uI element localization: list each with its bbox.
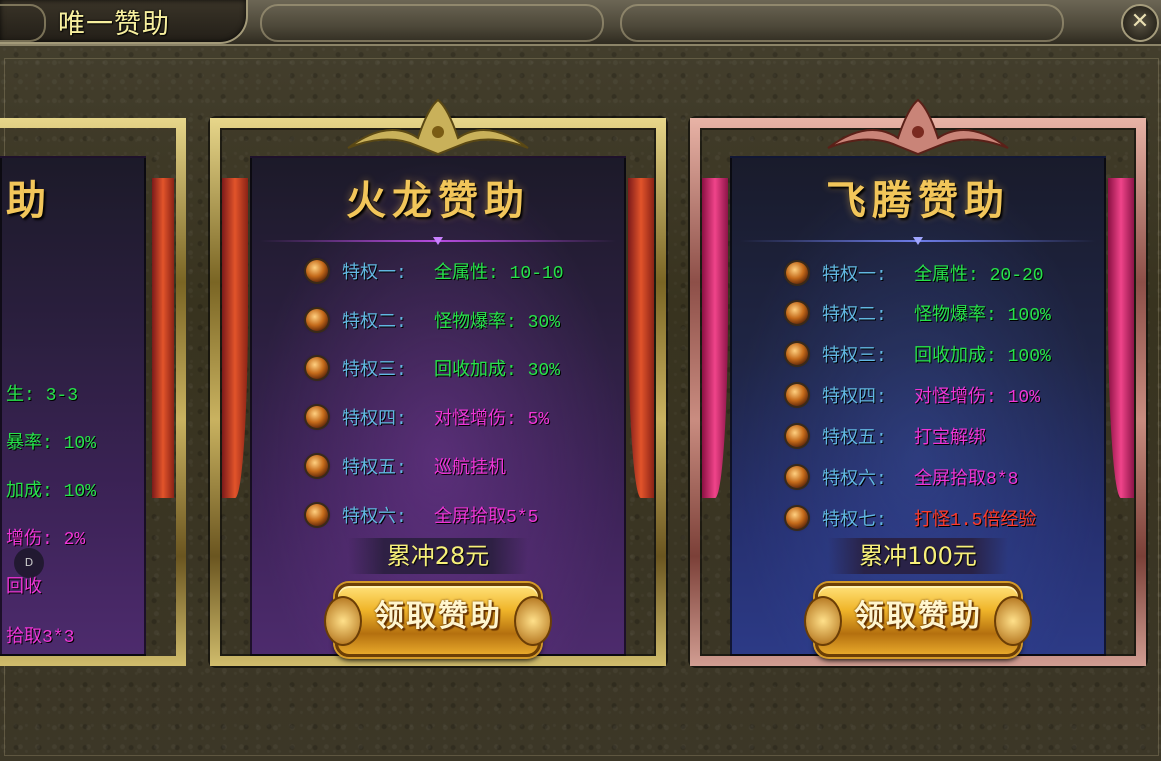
window-title: 唯一赞助 xyxy=(58,9,170,40)
sponsor-card-feiteng: 飞腾赞助 特权一: 全属性: 20-20 特权二: 怪物爆率: 100% 特权三… xyxy=(690,98,1146,666)
orb-icon xyxy=(306,406,328,428)
title-divider xyxy=(260,237,616,245)
curtain-right xyxy=(1108,178,1134,498)
privilege-label: 特权七: xyxy=(822,511,887,531)
privilege-value: 全屏拾取8*8 xyxy=(914,470,1019,490)
privilege-row: 加成: 10% xyxy=(6,482,97,502)
privilege-value: 怪物爆率: 100% xyxy=(914,306,1051,326)
privilege-value: 全属性: 20-20 xyxy=(914,266,1044,286)
privilege-label: 特权六: xyxy=(822,470,887,490)
privilege-label: 特权四: xyxy=(342,410,407,430)
orb-icon xyxy=(786,425,808,447)
tab-ornament xyxy=(0,4,46,42)
curtain xyxy=(152,178,174,498)
button-label: 领取赞助 xyxy=(374,599,502,634)
privilege-label: 特权五: xyxy=(822,429,887,449)
privilege-row: 增伤: 2% xyxy=(6,530,86,550)
privilege-value: 打宝解绑 xyxy=(914,429,986,449)
dragon-ornament-icon xyxy=(324,596,362,646)
card-title: 火龙赞助 xyxy=(346,177,530,224)
claim-sponsor-button[interactable]: 领取赞助 xyxy=(804,583,1032,657)
privilege-value: 对怪增伤: 10% xyxy=(914,388,1041,408)
orb-icon xyxy=(786,466,808,488)
button-label: 领取赞助 xyxy=(854,599,982,634)
top-bar: 唯一赞助 ✕ xyxy=(0,0,1161,46)
privilege-row: 拾取3*3 xyxy=(6,628,75,648)
sponsor-card-huolong: 火龙赞助 特权一: 全属性: 10-10 特权二: 怪物爆率: 30% 特权三:… xyxy=(210,98,666,666)
orb-icon xyxy=(786,262,808,284)
privilege-row: 暴率: 10% xyxy=(6,434,97,454)
privilege-label: 特权三: xyxy=(342,361,407,381)
sponsor-card-partial: 助 生: 3-3 暴率: 10% 加成: 10% 增伤: 2% 回收 拾取3*3… xyxy=(0,118,186,666)
privilege-label: 特权六: xyxy=(342,508,407,528)
dragon-crest-icon xyxy=(827,98,1009,156)
orb-icon xyxy=(306,309,328,331)
badge: D xyxy=(14,548,44,578)
privilege-value: 全屏拾取5*5 xyxy=(434,508,539,528)
title-tab: 唯一赞助 xyxy=(0,0,248,44)
orb-icon xyxy=(306,504,328,526)
orb-icon xyxy=(306,357,328,379)
close-icon[interactable]: ✕ xyxy=(1121,4,1159,42)
orb-icon xyxy=(306,455,328,477)
privilege-value: 怪物爆率: 30% xyxy=(434,313,561,333)
card-title: 飞腾赞助 xyxy=(826,177,1010,224)
privilege-value: 打怪1.5倍经验 xyxy=(914,511,1037,531)
privilege-value: 回收加成: 100% xyxy=(914,347,1051,367)
orb-icon xyxy=(786,507,808,529)
orb-icon xyxy=(786,302,808,324)
price-label: 累冲28元 xyxy=(348,538,528,574)
title-divider xyxy=(740,237,1096,245)
scroll-ornament xyxy=(260,4,604,42)
privilege-label: 特权四: xyxy=(822,388,887,408)
privilege-value: 巡航挂机 xyxy=(434,459,506,479)
privilege-label: 特权五: xyxy=(342,459,407,479)
privilege-label: 特权一: xyxy=(342,264,407,284)
card-title: 助 xyxy=(6,177,46,224)
privilege-value: 全属性: 10-10 xyxy=(434,264,564,284)
dragon-ornament-icon xyxy=(804,596,842,646)
privilege-value: 对怪增伤: 5% xyxy=(434,410,550,430)
privilege-label: 特权三: xyxy=(822,347,887,367)
privilege-value: 回收加成: 30% xyxy=(434,361,561,381)
scroll-ornament xyxy=(620,4,1064,42)
orb-icon xyxy=(786,384,808,406)
privilege-row: 生: 3-3 xyxy=(6,386,79,406)
orb-icon xyxy=(786,343,808,365)
price-label: 累冲100元 xyxy=(828,538,1008,574)
claim-sponsor-button[interactable]: 领取赞助 xyxy=(324,583,552,657)
orb-icon xyxy=(306,260,328,282)
dragon-ornament-icon xyxy=(994,596,1032,646)
dragon-crest-icon xyxy=(347,98,529,156)
curtain-right xyxy=(628,178,654,498)
privilege-label: 特权二: xyxy=(342,313,407,333)
dragon-ornament-icon xyxy=(514,596,552,646)
privilege-label: 特权一: xyxy=(822,266,887,286)
privilege-label: 特权二: xyxy=(822,306,887,326)
